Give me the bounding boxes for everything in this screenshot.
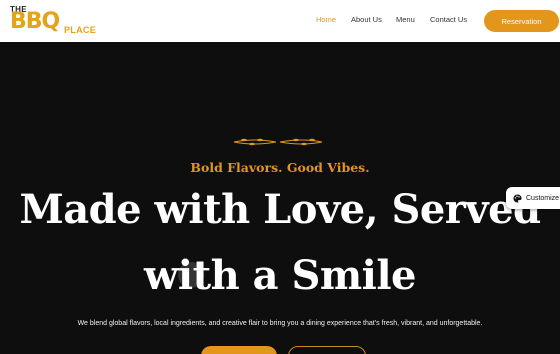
hero-headline-line1: Made with Love, Served — [19, 186, 541, 233]
nav-home[interactable]: Home — [316, 15, 336, 24]
customize-label: Customize — [526, 194, 560, 202]
palette-icon — [513, 193, 522, 203]
hero-primary-button[interactable] — [201, 346, 277, 354]
hero-secondary-button[interactable] — [288, 346, 366, 354]
hero-headline-line2: with a Smile — [143, 252, 417, 299]
laurel-ornament-icon — [233, 138, 323, 146]
logo-place: PLACE — [64, 25, 97, 35]
reservation-button[interactable]: Reservation — [484, 10, 559, 32]
nav-contact-us[interactable]: Contact Us — [430, 15, 467, 24]
customize-widget[interactable]: Customize — [506, 187, 560, 209]
site-header: THE BBQ PLACE Home About Us Menu Contact… — [0, 0, 560, 42]
hero-paragraph: We blend global flavors, local ingredien… — [77, 320, 483, 327]
logo-bbq: BBQ — [10, 9, 60, 34]
nav-about-us[interactable]: About Us — [351, 15, 382, 24]
nav-menu[interactable]: Menu — [396, 15, 415, 24]
hero-tagline: Bold Flavors. Good Vibes. — [190, 160, 370, 175]
logo[interactable]: THE BBQ PLACE — [10, 5, 100, 37]
